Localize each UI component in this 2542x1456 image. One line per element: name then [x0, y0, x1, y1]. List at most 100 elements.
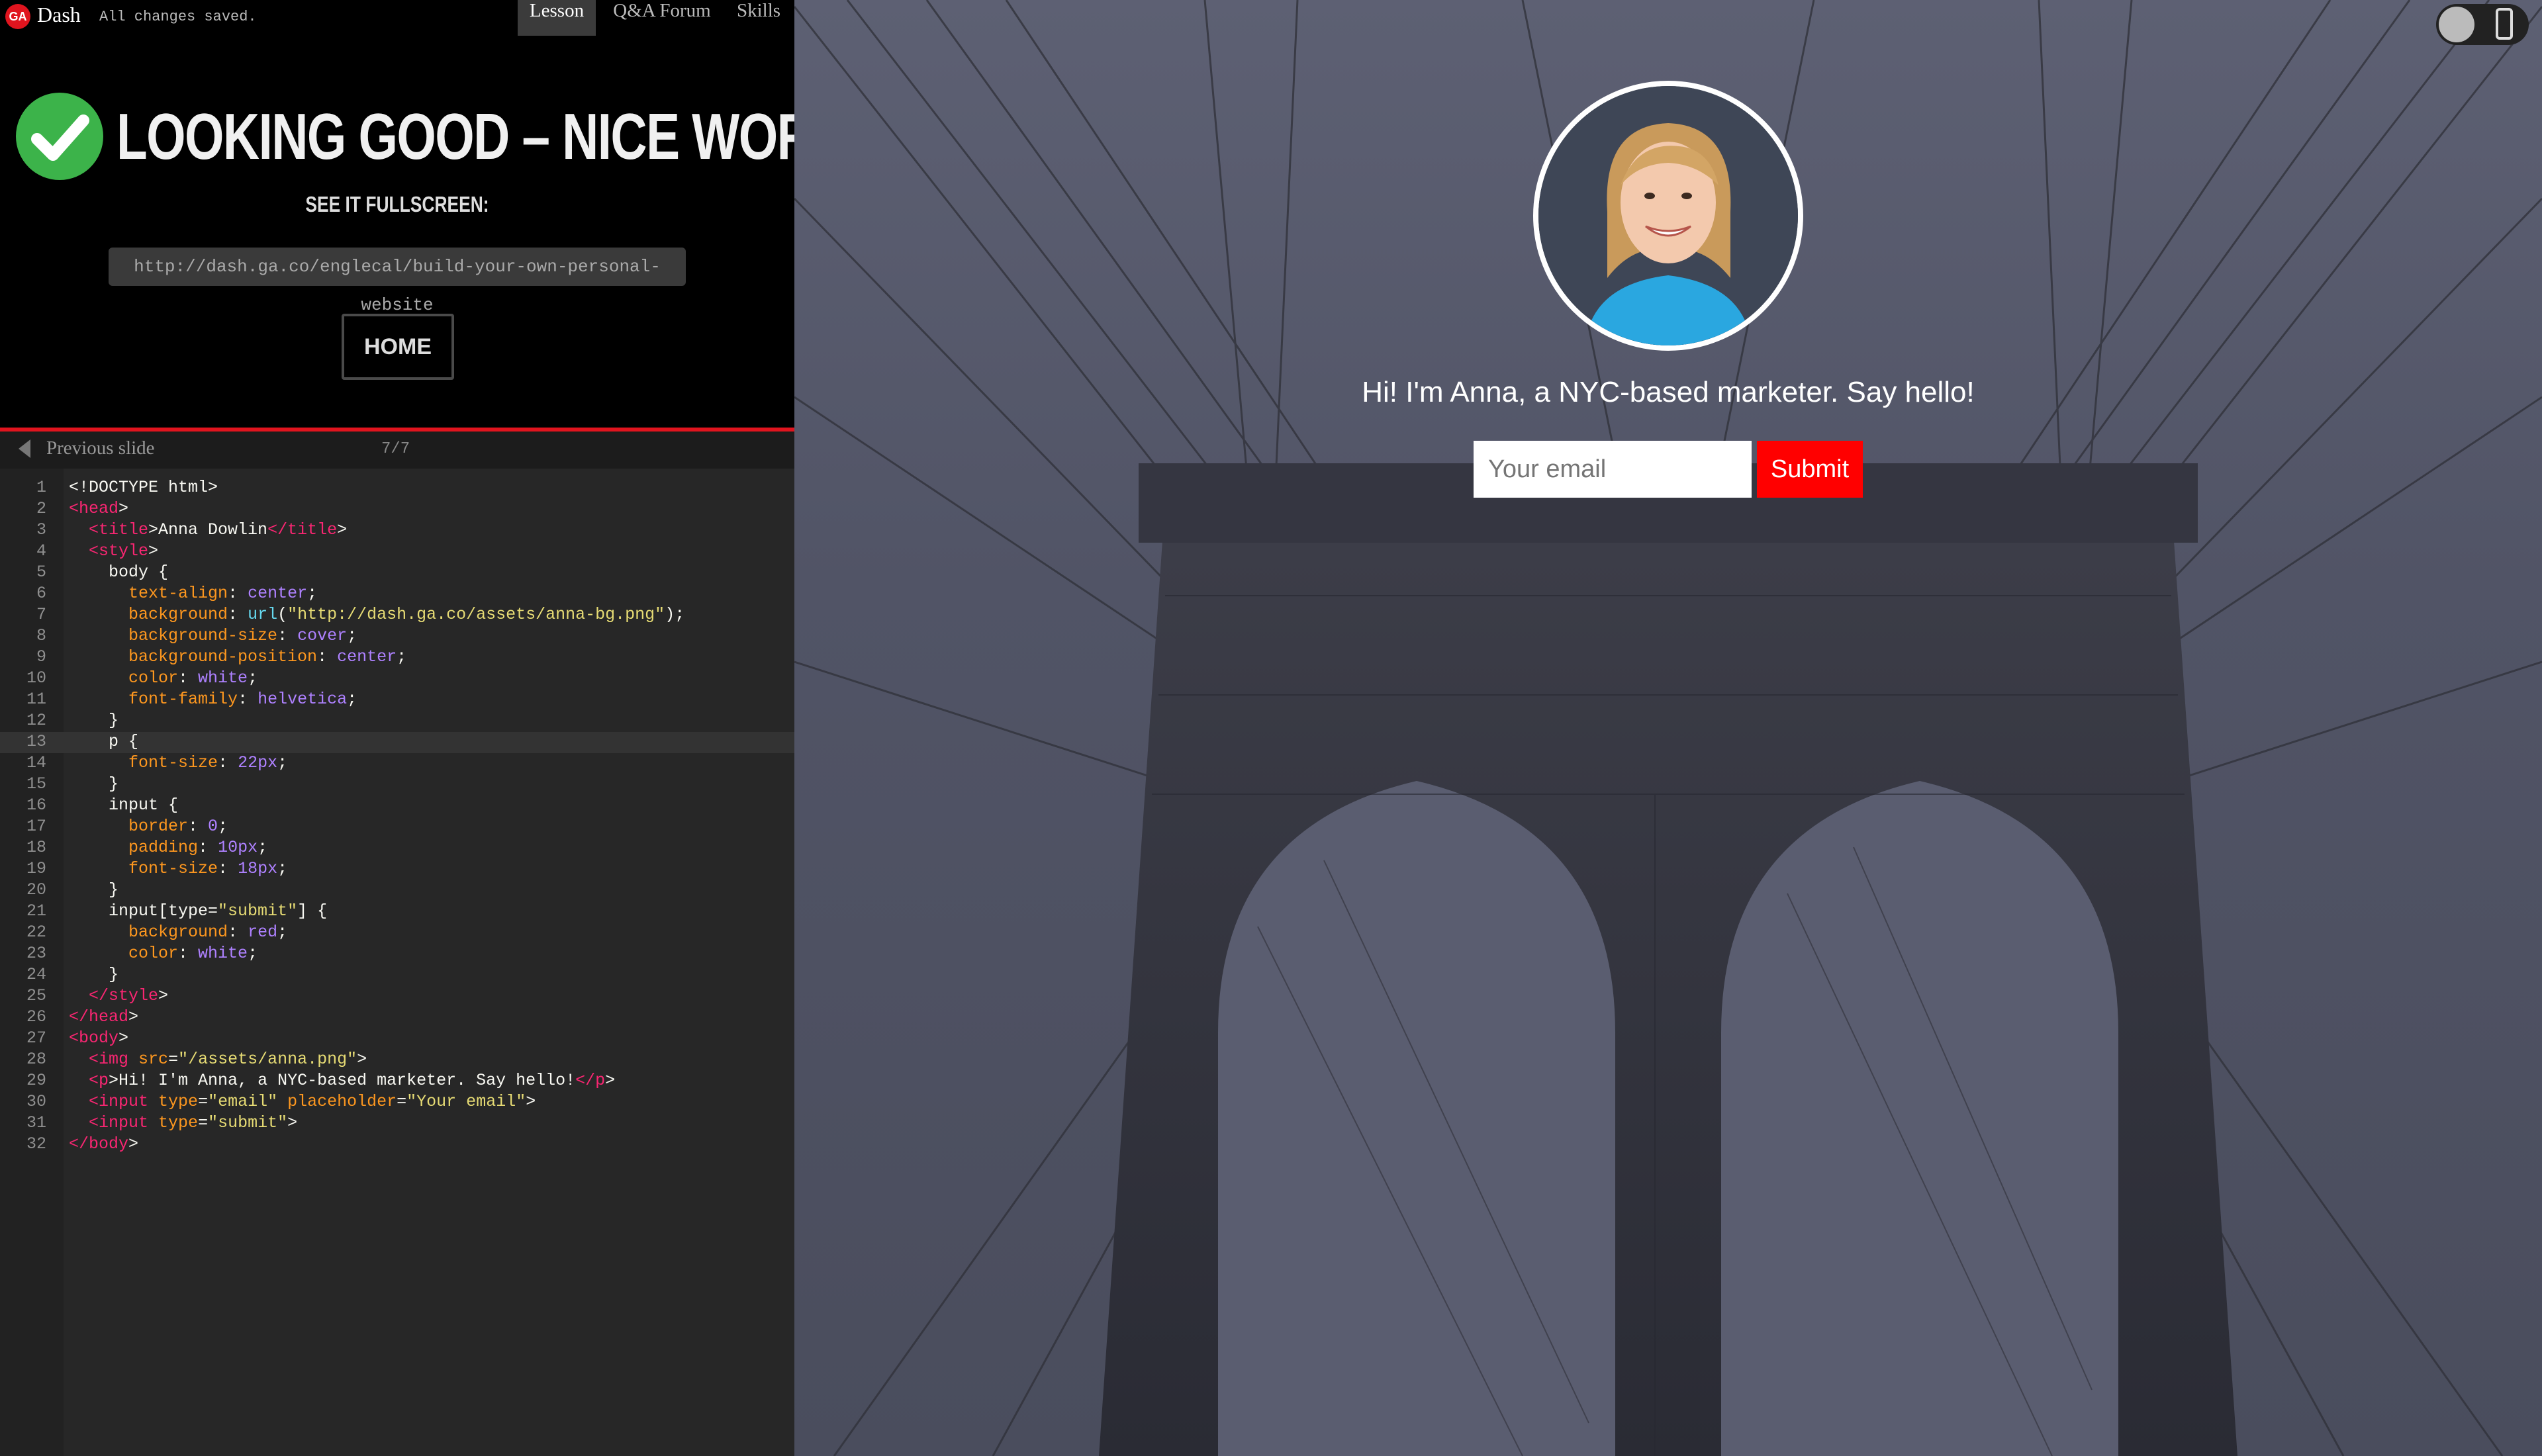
code-text[interactable]: background: red;	[69, 923, 287, 942]
code-line[interactable]: 32 </body>	[0, 1134, 794, 1156]
line-number: 30	[26, 1092, 46, 1111]
code-line[interactable]: 26 </head>	[0, 1007, 794, 1028]
line-number: 9	[36, 647, 46, 666]
code-text[interactable]: background: url("http://dash.ga.co/asset…	[69, 605, 684, 624]
code-line[interactable]: 10 color: white;	[0, 668, 794, 690]
line-number: 28	[26, 1050, 46, 1069]
code-text[interactable]: </head>	[69, 1007, 138, 1026]
code-text[interactable]: color: white;	[69, 944, 258, 963]
code-text[interactable]: }	[69, 880, 118, 899]
chevron-left-icon[interactable]	[19, 439, 30, 458]
code-line[interactable]: 9 background-position: center;	[0, 647, 794, 668]
code-text[interactable]: <title>Anna Dowlin</title>	[69, 520, 347, 539]
line-number: 24	[26, 965, 46, 984]
code-text[interactable]: text-align: center;	[69, 584, 317, 603]
code-line[interactable]: 12 }	[0, 711, 794, 732]
code-line[interactable]: 4 <style>	[0, 541, 794, 563]
code-line[interactable]: 28 <img src="/assets/anna.png">	[0, 1050, 794, 1071]
code-line[interactable]: 14 font-size: 22px;	[0, 753, 794, 774]
app-name[interactable]: Dash	[37, 3, 81, 27]
ga-logo-icon[interactable]: GA	[5, 4, 30, 29]
code-line[interactable]: 2 <head>	[0, 499, 794, 520]
code-line[interactable]: 24 }	[0, 965, 794, 986]
tab-lesson[interactable]: Lesson	[518, 0, 596, 36]
line-number: 21	[26, 901, 46, 921]
phone-icon[interactable]	[2496, 8, 2513, 40]
code-line[interactable]: 30 <input type="email" placeholder="Your…	[0, 1092, 794, 1113]
slide-nav: Previous slide 7/7	[0, 432, 794, 469]
code-text[interactable]: }	[69, 711, 118, 730]
code-line[interactable]: 21 input[type="submit"] {	[0, 901, 794, 923]
code-line[interactable]: 8 background-size: cover;	[0, 626, 794, 647]
fullscreen-url[interactable]: http://dash.ga.co/englecal/build-your-ow…	[109, 248, 686, 315]
line-number: 31	[26, 1113, 46, 1132]
submit-button[interactable]: Submit	[1757, 441, 1863, 498]
device-toggle[interactable]	[2436, 4, 2529, 45]
line-number: 11	[26, 690, 46, 709]
code-line[interactable]: 6 text-align: center;	[0, 584, 794, 605]
code-text[interactable]: <body>	[69, 1028, 128, 1048]
code-text[interactable]: </style>	[69, 986, 168, 1005]
code-line[interactable]: 16 input {	[0, 796, 794, 817]
code-text[interactable]: font-size: 22px;	[69, 753, 287, 772]
code-text[interactable]: background-position: center;	[69, 647, 406, 666]
code-line[interactable]: 31 <input type="submit">	[0, 1113, 794, 1134]
line-number: 25	[26, 986, 46, 1005]
code-text[interactable]: p {	[69, 732, 138, 751]
code-text[interactable]: color: white;	[69, 668, 258, 688]
code-line[interactable]: 29 <p>Hi! I'm Anna, a NYC-based marketer…	[0, 1071, 794, 1092]
code-text[interactable]: }	[69, 774, 118, 794]
toggle-knob[interactable]	[2439, 7, 2474, 42]
code-line[interactable]: 11 font-family: helvetica;	[0, 690, 794, 711]
code-line[interactable]: 27 <body>	[0, 1028, 794, 1050]
code-line[interactable]: 22 background: red;	[0, 923, 794, 944]
code-text[interactable]: <input type="submit">	[69, 1113, 297, 1132]
code-text[interactable]: </body>	[69, 1134, 138, 1154]
code-editor[interactable]: 1 <!DOCTYPE html> 2 <head> 3 <title>Anna Dow…	[0, 469, 794, 1456]
code-text[interactable]: border: 0;	[69, 817, 228, 836]
line-number: 3	[36, 520, 46, 539]
tab-skills[interactable]: Skills	[728, 0, 789, 36]
code-line[interactable]: 19 font-size: 18px;	[0, 859, 794, 880]
email-field[interactable]	[1474, 441, 1752, 498]
intro-text: Hi! I'm Anna, a NYC-based marketer. Say …	[1362, 376, 1975, 408]
line-number: 27	[26, 1028, 46, 1048]
line-number: 6	[36, 584, 46, 603]
code-text[interactable]: body {	[69, 563, 168, 582]
line-number: 5	[36, 563, 46, 582]
code-text[interactable]: <p>Hi! I'm Anna, a NYC-based marketer. S…	[69, 1071, 615, 1090]
line-number: 23	[26, 944, 46, 963]
fullscreen-label: SEE IT FULLSCREEN:	[305, 192, 489, 216]
code-text[interactable]: }	[69, 965, 118, 984]
code-line[interactable]: 23 color: white;	[0, 944, 794, 965]
code-line[interactable]: 13 p {	[0, 732, 794, 753]
code-text[interactable]: <img src="/assets/anna.png">	[69, 1050, 367, 1069]
line-number: 18	[26, 838, 46, 857]
code-line[interactable]: 7 background: url("http://dash.ga.co/ass…	[0, 605, 794, 626]
code-line[interactable]: 25 </style>	[0, 986, 794, 1007]
code-text[interactable]: <!DOCTYPE html>	[69, 478, 218, 497]
tab-qa-forum[interactable]: Q&A Forum	[602, 0, 722, 36]
code-line[interactable]: 18 padding: 10px;	[0, 838, 794, 859]
home-button[interactable]: HOME	[342, 314, 454, 380]
code-text[interactable]: input[type="submit"] {	[69, 901, 327, 921]
line-number: 12	[26, 711, 46, 730]
code-lines[interactable]: 1 <!DOCTYPE html> 2 <head> 3 <title>Anna Dow…	[0, 478, 794, 1156]
code-line[interactable]: 1 <!DOCTYPE html>	[0, 478, 794, 499]
code-text[interactable]: background-size: cover;	[69, 626, 357, 645]
code-text[interactable]: font-family: helvetica;	[69, 690, 357, 709]
code-line[interactable]: 3 <title>Anna Dowlin</title>	[0, 520, 794, 541]
code-line[interactable]: 17 border: 0;	[0, 817, 794, 838]
code-line[interactable]: 15 }	[0, 774, 794, 796]
line-number: 10	[26, 668, 46, 688]
code-line[interactable]: 20 }	[0, 880, 794, 901]
code-text[interactable]: padding: 10px;	[69, 838, 267, 857]
code-text[interactable]: font-size: 18px;	[69, 859, 287, 878]
code-text[interactable]: <head>	[69, 499, 128, 518]
previous-slide-button[interactable]: Previous slide	[46, 437, 155, 459]
code-line[interactable]: 5 body {	[0, 563, 794, 584]
code-text[interactable]: <style>	[69, 541, 158, 561]
line-number: 15	[26, 774, 46, 794]
code-text[interactable]: input {	[69, 796, 178, 815]
code-text[interactable]: <input type="email" placeholder="Your em…	[69, 1092, 536, 1111]
